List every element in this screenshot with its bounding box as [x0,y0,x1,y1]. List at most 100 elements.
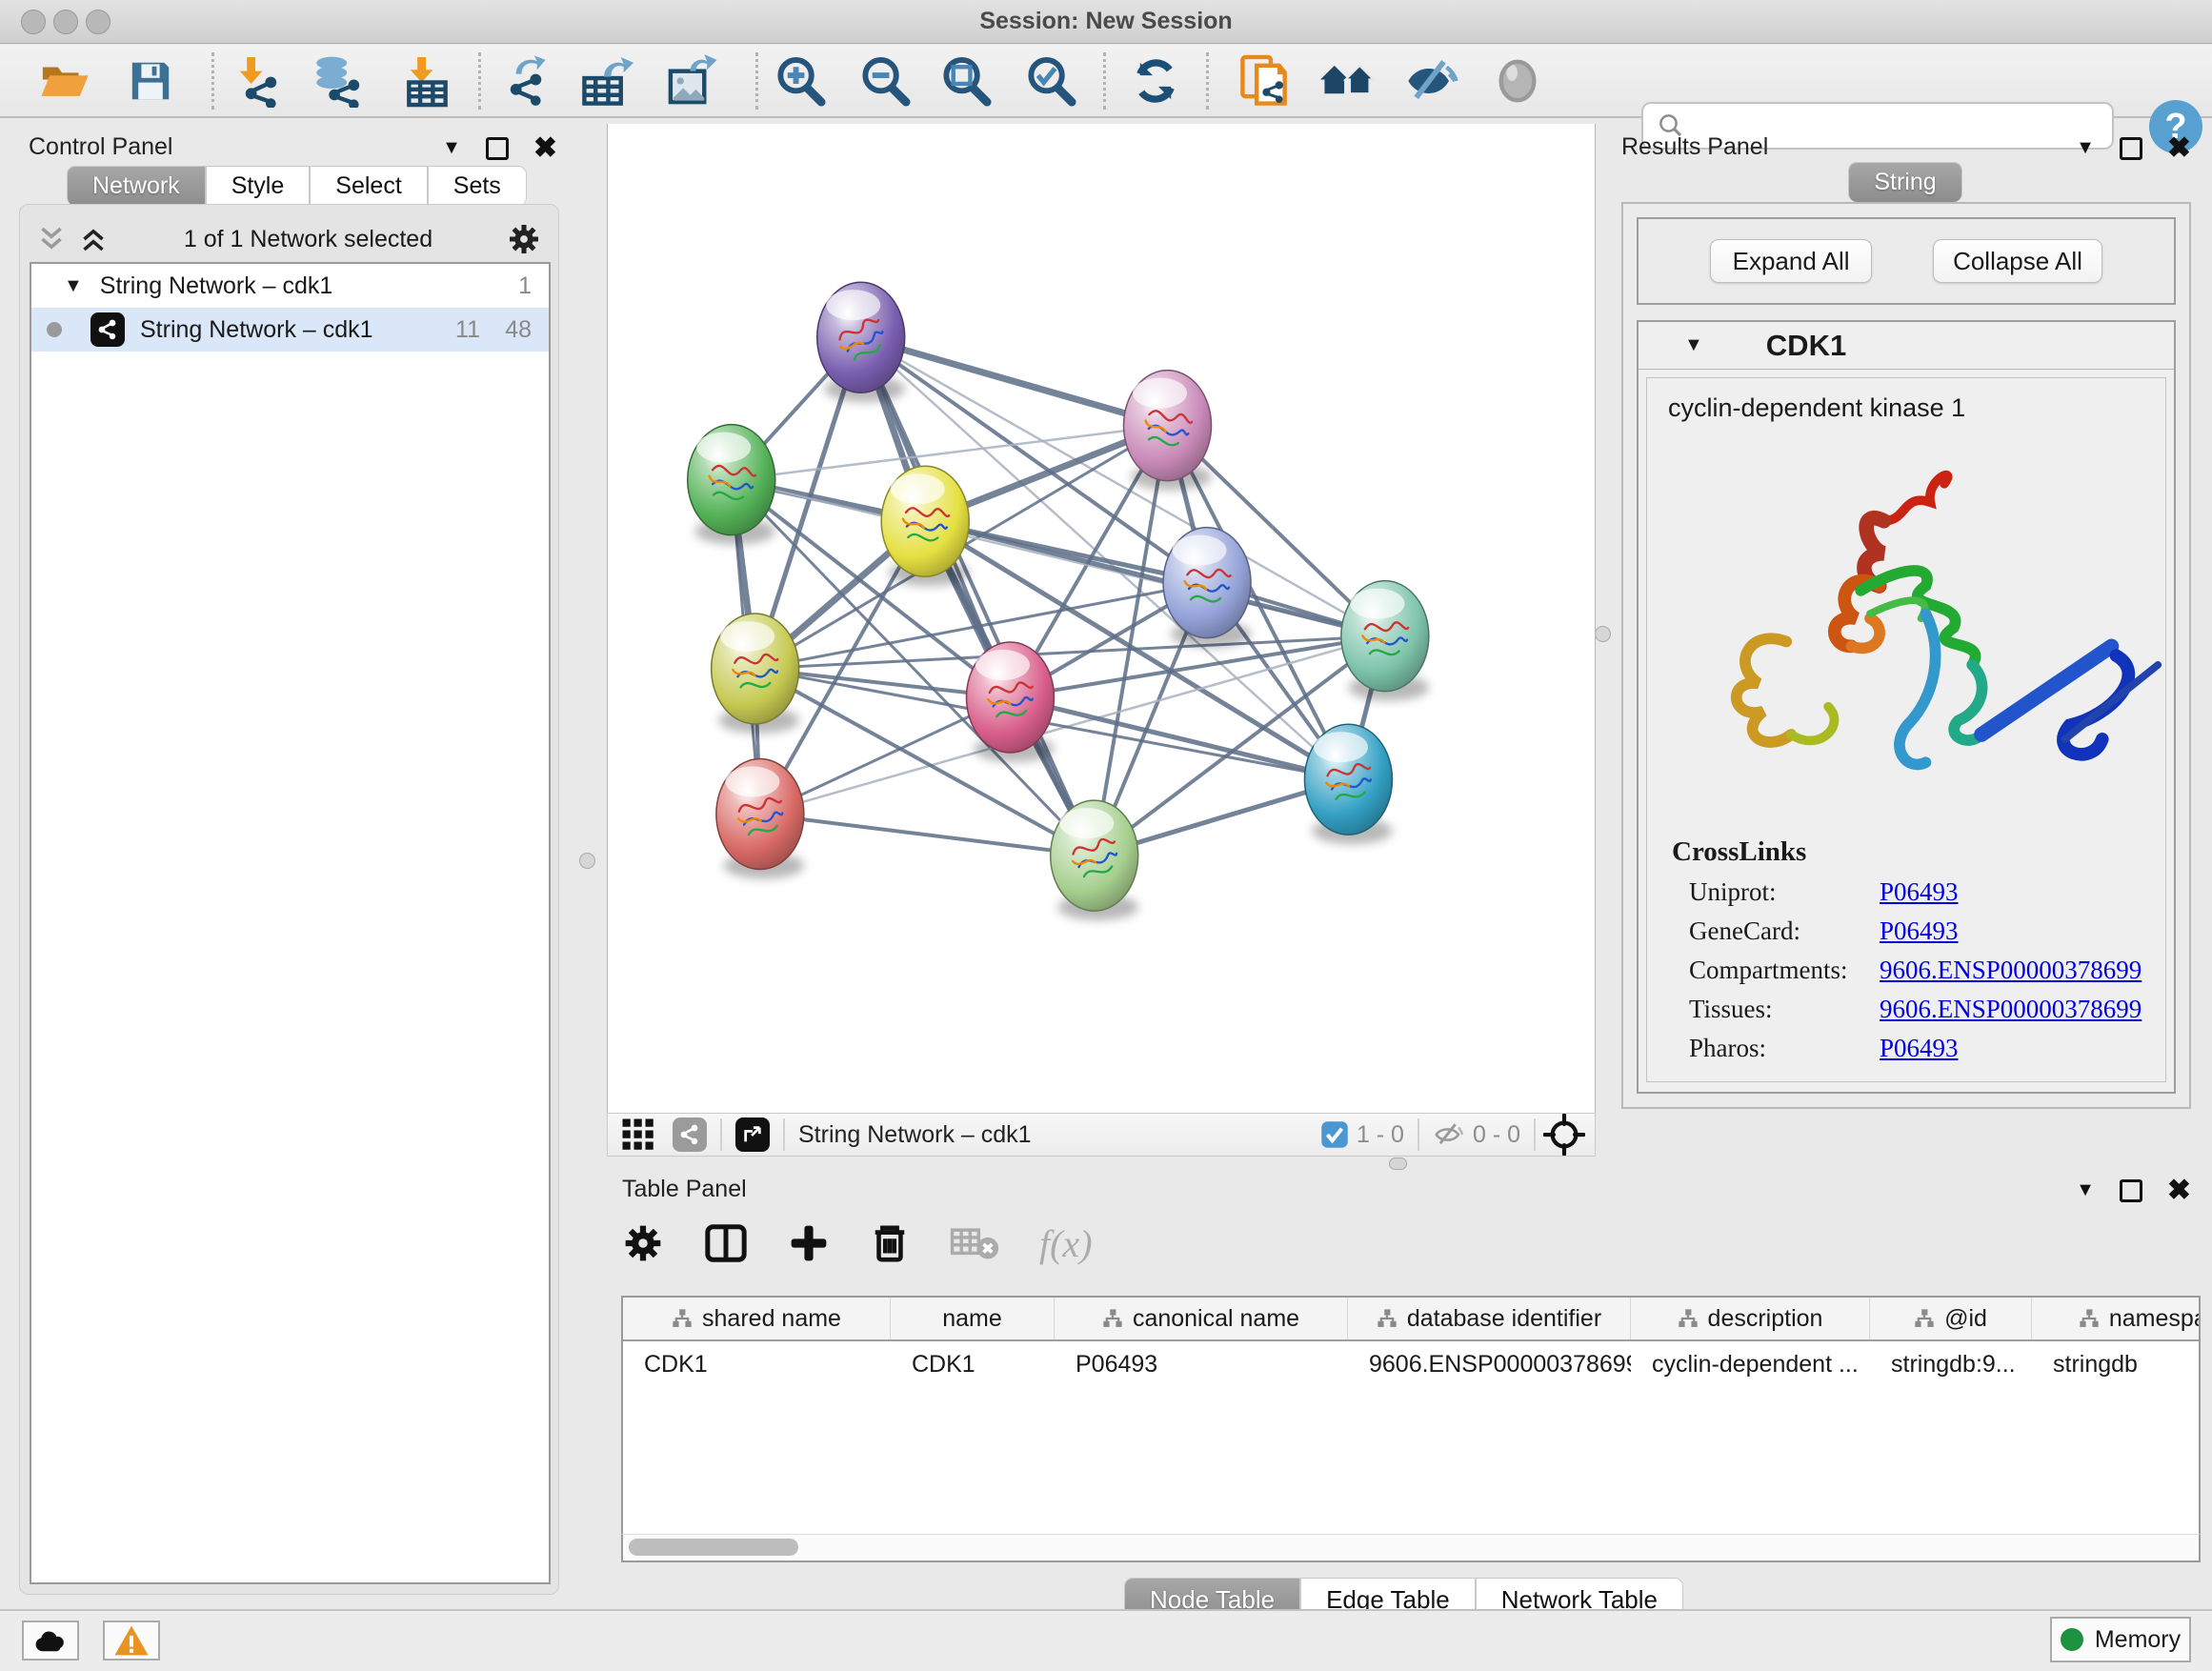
refresh-icon[interactable] [1124,50,1187,111]
crosslink-label: GeneCard: [1689,916,1880,946]
tab-sets[interactable]: Sets [428,166,527,206]
grid-view-icon[interactable] [621,1117,655,1152]
crosslink-link[interactable]: P06493 [1880,916,1959,946]
save-session-icon[interactable] [119,50,182,111]
collection-expand-icon[interactable]: ▼ [64,275,83,297]
edge-CCNB2-CCNA1[interactable] [861,337,1168,425]
column-header-namespace[interactable]: namespace [2032,1298,2201,1339]
table-panel-close-icon[interactable]: ✖ [2167,1174,2191,1207]
table-cell[interactable]: stringdb:9... [1870,1341,2032,1387]
results-panel-collapse-icon[interactable]: ▼ [2076,137,2095,159]
zoom-in-icon[interactable] [769,50,832,111]
table-hscrollbar-thumb[interactable] [629,1539,798,1556]
crosslink-link[interactable]: 9606.ENSP00000378699 [1880,995,2142,1024]
crosslink-link[interactable]: 9606.ENSP00000378699 [1880,956,2142,985]
table-hscrollbar[interactable] [621,1534,2201,1562]
function-builder-icon[interactable]: f(x) [1039,1221,1093,1266]
network-badge-icon[interactable] [673,1117,707,1152]
zoom-out-icon[interactable] [854,50,916,111]
network-node-CCNA1[interactable] [1124,371,1212,491]
network-node-CDK1[interactable] [881,466,969,586]
table-cell[interactable]: CDK1 [623,1341,891,1387]
gene-section-header[interactable]: ▼ CDK1 [1639,322,2174,370]
table-cell[interactable]: P06493 [1055,1341,1348,1387]
table-panel-float-icon[interactable] [2120,1179,2142,1202]
table-cell[interactable]: cyclin-dependent ... [1631,1341,1870,1387]
memory-button[interactable]: Memory [2050,1617,2191,1662]
network-node-CDC25B[interactable] [688,425,775,545]
table-cell[interactable]: 9606.ENSP00000378699 [1348,1341,1631,1387]
eye-disabled-icon[interactable] [1486,50,1549,111]
selected-checkbox-icon[interactable] [1320,1120,1349,1149]
edge-CCNB2-CCNE1[interactable] [861,337,1095,856]
show-hide-graphics-icon[interactable] [1401,50,1464,111]
control-panel-float-icon[interactable] [486,137,509,160]
edge-CDK1-RB1[interactable] [925,521,1385,635]
zoom-fit-icon[interactable] [935,50,997,111]
column-header--id[interactable]: @id [1870,1298,2032,1339]
gene-name: CDK1 [1766,329,1846,363]
table-options-gear-icon[interactable] [622,1222,664,1264]
cloud-button[interactable] [22,1621,79,1661]
tab-string[interactable]: String [1848,162,1961,202]
column-header-name[interactable]: name [891,1298,1055,1339]
edge-CCNE1-HIST1H1A[interactable] [760,815,1095,856]
column-header-shared-name[interactable]: shared name [623,1298,891,1339]
home-icon[interactable] [1316,50,1378,111]
network-row[interactable]: String Network – cdk1 11 48 [31,308,549,352]
warning-button[interactable] [103,1621,160,1661]
results-panel-float-icon[interactable] [2120,137,2142,160]
left-splitter-handle[interactable] [579,853,595,869]
import-network-icon[interactable] [227,50,290,111]
table-cell[interactable]: CDK1 [891,1341,1055,1387]
network-node-CCNE1[interactable] [1051,800,1138,920]
tab-style[interactable]: Style [206,166,311,206]
control-panel-close-icon[interactable]: ✖ [533,131,557,165]
network-canvas[interactable]: CCNB2CCNA1CDC25BCDK1CDC6RB1CCNB1CCNA2CDK… [607,124,1596,1113]
tab-network[interactable]: Network [67,166,206,206]
network-node-count: 11 [455,316,480,344]
import-database-icon[interactable] [306,50,369,111]
zoom-selected-icon[interactable] [1019,50,1082,111]
expand-all-icon[interactable] [77,225,110,253]
column-header-description[interactable]: description [1631,1298,1870,1339]
network-node-CDKN1A[interactable] [1304,724,1392,844]
export-table-icon[interactable] [575,50,638,111]
network-node-CCNB2[interactable] [817,282,905,402]
open-session-icon[interactable] [33,50,96,111]
column-header-canonical-name[interactable]: canonical name [1055,1298,1348,1339]
export-network-icon[interactable] [494,50,557,111]
right-splitter-handle[interactable] [1595,626,1611,642]
crosslink-link[interactable]: P06493 [1880,877,1959,907]
delete-column-icon[interactable] [870,1221,910,1265]
network-node-HIST1H1A[interactable] [716,759,804,879]
copy-share-icon[interactable] [1234,50,1297,111]
bottom-splitter-handle[interactable] [1389,1158,1407,1170]
crosslink-link[interactable]: P06493 [1880,1034,1959,1063]
delete-table-icon[interactable] [950,1224,999,1262]
crosslink-row: GeneCard:P06493 [1689,916,2165,946]
hidden-eye-icon[interactable] [1433,1120,1465,1149]
export-image-icon[interactable] [660,50,723,111]
network-node-CDC6[interactable] [1163,528,1251,648]
gene-collapse-icon[interactable]: ▼ [1684,334,1703,356]
birds-eye-view-icon[interactable] [1543,1114,1585,1156]
create-column-icon[interactable] [788,1222,830,1264]
table-panel-collapse-icon[interactable]: ▼ [2076,1179,2095,1201]
network-node-CCNA2[interactable] [966,642,1054,762]
expand-all-button[interactable]: Expand All [1710,239,1872,283]
network-options-gear-icon[interactable] [507,222,541,256]
collapse-all-button[interactable]: Collapse All [1933,239,2102,283]
results-panel-close-icon[interactable]: ✖ [2167,131,2191,165]
network-node-CCNB1[interactable] [712,614,799,734]
column-header-database-identifier[interactable]: database identifier [1348,1298,1631,1339]
detach-view-icon[interactable] [735,1117,770,1152]
show-columns-icon[interactable] [704,1221,748,1265]
table-cell[interactable]: stringdb [2032,1341,2201,1387]
import-table-icon[interactable] [394,50,457,111]
tab-select[interactable]: Select [310,166,427,206]
collapse-all-icon[interactable] [35,225,68,253]
control-panel-collapse-icon[interactable]: ▼ [442,137,461,159]
network-node-RB1[interactable] [1341,581,1429,701]
network-collection-row[interactable]: ▼ String Network – cdk1 1 [31,264,549,308]
